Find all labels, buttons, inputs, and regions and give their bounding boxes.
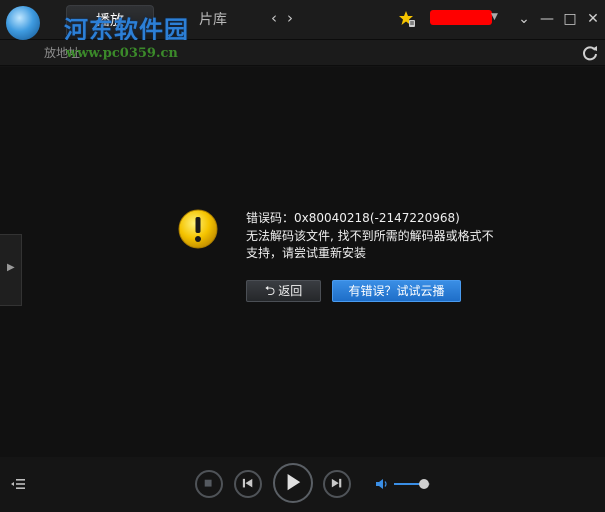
back-button-label: 返回 xyxy=(278,284,303,298)
play-icon xyxy=(287,474,301,491)
star-vip-icon[interactable] xyxy=(398,10,416,28)
previous-icon xyxy=(242,478,253,488)
app-logo-icon[interactable] xyxy=(6,6,40,40)
error-message-line1: 无法解码该文件, 找不到所需的解码器或格式不 xyxy=(246,229,494,243)
volume-icon[interactable] xyxy=(376,478,390,490)
playlist-icon[interactable] xyxy=(11,478,25,490)
volume-knob[interactable] xyxy=(418,479,429,489)
try-cloud-play-button[interactable]: 有错误？试试云播 xyxy=(332,280,461,302)
account-name-redacted[interactable] xyxy=(430,10,492,25)
account-caret-icon[interactable]: ▼ xyxy=(491,12,498,22)
refresh-icon[interactable] xyxy=(580,43,600,63)
video-area xyxy=(0,67,605,457)
next-icon xyxy=(331,478,342,488)
minimize-button[interactable]: — xyxy=(537,9,557,29)
return-icon: ⮌ xyxy=(264,284,276,299)
side-panel-toggle[interactable]: ▶ xyxy=(0,234,22,306)
error-message-line2: 支持，请尝试重新安装 xyxy=(246,246,367,260)
back-button[interactable]: ⮌ 返回 xyxy=(246,280,321,302)
nav-forward-button[interactable]: › xyxy=(282,8,298,28)
close-button[interactable]: ✕ xyxy=(583,9,603,29)
play-button[interactable] xyxy=(273,463,313,503)
warning-icon xyxy=(178,209,218,249)
error-code: 错误码：0x80040218(-2147220968) xyxy=(246,211,460,225)
stop-icon xyxy=(204,479,212,487)
nav-back-button[interactable]: ‹ xyxy=(266,8,282,28)
stop-button[interactable] xyxy=(195,470,223,498)
volume-slider[interactable] xyxy=(394,479,430,489)
menu-button[interactable]: ⌄ xyxy=(514,9,534,29)
next-button[interactable] xyxy=(323,470,351,498)
watermark-url: www.pc0359.cn xyxy=(66,46,178,61)
maximize-button[interactable]: □ xyxy=(560,9,580,29)
chevron-right-icon: ▶ xyxy=(7,262,15,273)
previous-button[interactable] xyxy=(234,470,262,498)
tab-library[interactable]: 片库 xyxy=(190,5,236,35)
title-bar: 播放 片库 河东软件园 ‹ › ▼ ⌄ — □ ✕ xyxy=(0,0,605,44)
